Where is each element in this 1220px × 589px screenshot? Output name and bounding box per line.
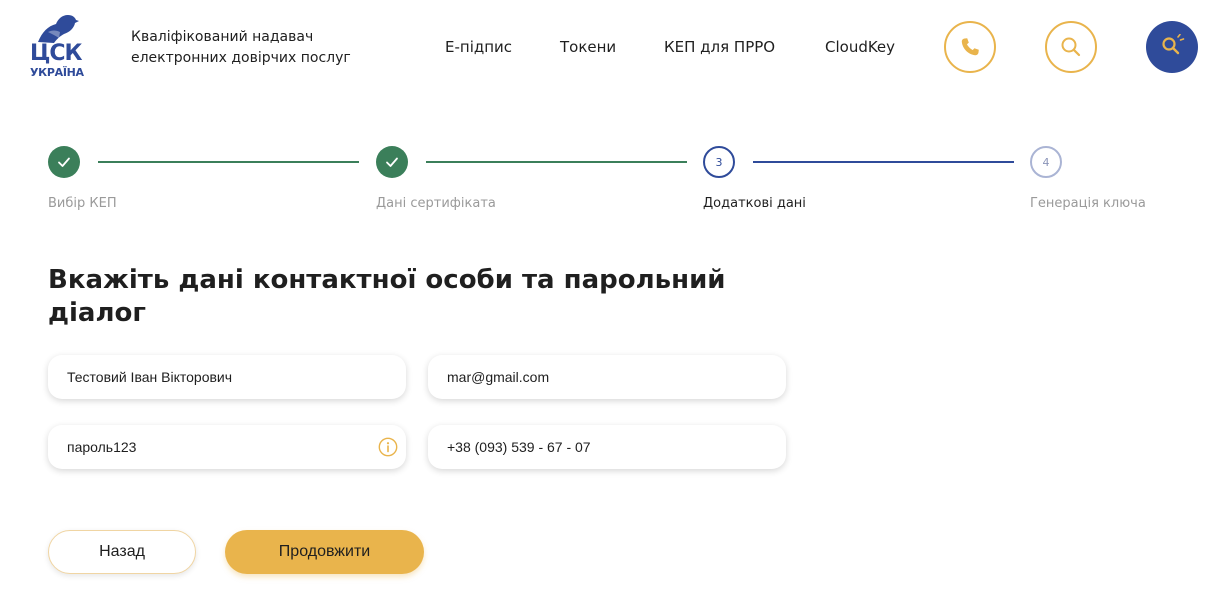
contact-name-field-wrapper [48,355,406,399]
search-icon [1061,37,1081,57]
step-2-label[interactable]: Дані сертифіката [376,196,496,211]
phone-button[interactable] [944,21,996,73]
email-input[interactable] [428,355,786,399]
accessibility-button[interactable] [1146,21,1198,73]
back-button[interactable]: Назад [48,530,196,574]
phone-field-wrapper [428,425,786,469]
phone-icon [961,38,979,56]
nav-kep-prro[interactable]: КЕП для ПРРО [664,38,775,58]
email-field-wrapper [428,355,786,399]
step-2-indicator[interactable] [376,146,408,178]
continue-button[interactable]: Продовжити [225,530,424,574]
logo-text: ЦСК [30,41,83,66]
step-number: 3 [715,155,723,169]
password-phrase-field-wrapper [48,425,406,469]
step-connector [426,161,687,163]
low-vision-search-icon [1162,34,1185,55]
step-1-label[interactable]: Вибір КЕП [48,196,117,211]
password-phrase-input[interactable] [48,425,406,469]
page-title: Вкажіть дані контактної особи та парольн… [48,265,726,328]
nav-e-signature[interactable]: Е-підпис [445,38,512,58]
info-icon[interactable] [378,437,398,457]
bird-logo-icon [38,15,79,43]
step-connector [98,161,359,163]
step-3-label: Додаткові дані [703,196,806,211]
step-connector [753,161,1014,163]
step-number: 4 [1042,155,1050,169]
site-tagline: Кваліфікований надавач електронних довір… [131,29,351,66]
step-4-label: Генерація ключа [1030,196,1146,211]
logo-subtitle: УКРАЇНА [30,66,84,79]
contact-name-input[interactable] [48,355,406,399]
nav-cloudkey[interactable]: CloudKey [825,38,895,58]
phone-input[interactable] [428,425,786,469]
step-1-indicator[interactable] [48,146,80,178]
step-4-indicator: 4 [1030,146,1062,178]
checkmark-icon [386,157,398,167]
search-button[interactable] [1045,21,1097,73]
step-3-indicator: 3 [703,146,735,178]
nav-tokens[interactable]: Токени [560,38,616,58]
csk-logo[interactable]: ЦСК УКРАЇНА [28,14,86,80]
checkmark-icon [58,157,70,167]
